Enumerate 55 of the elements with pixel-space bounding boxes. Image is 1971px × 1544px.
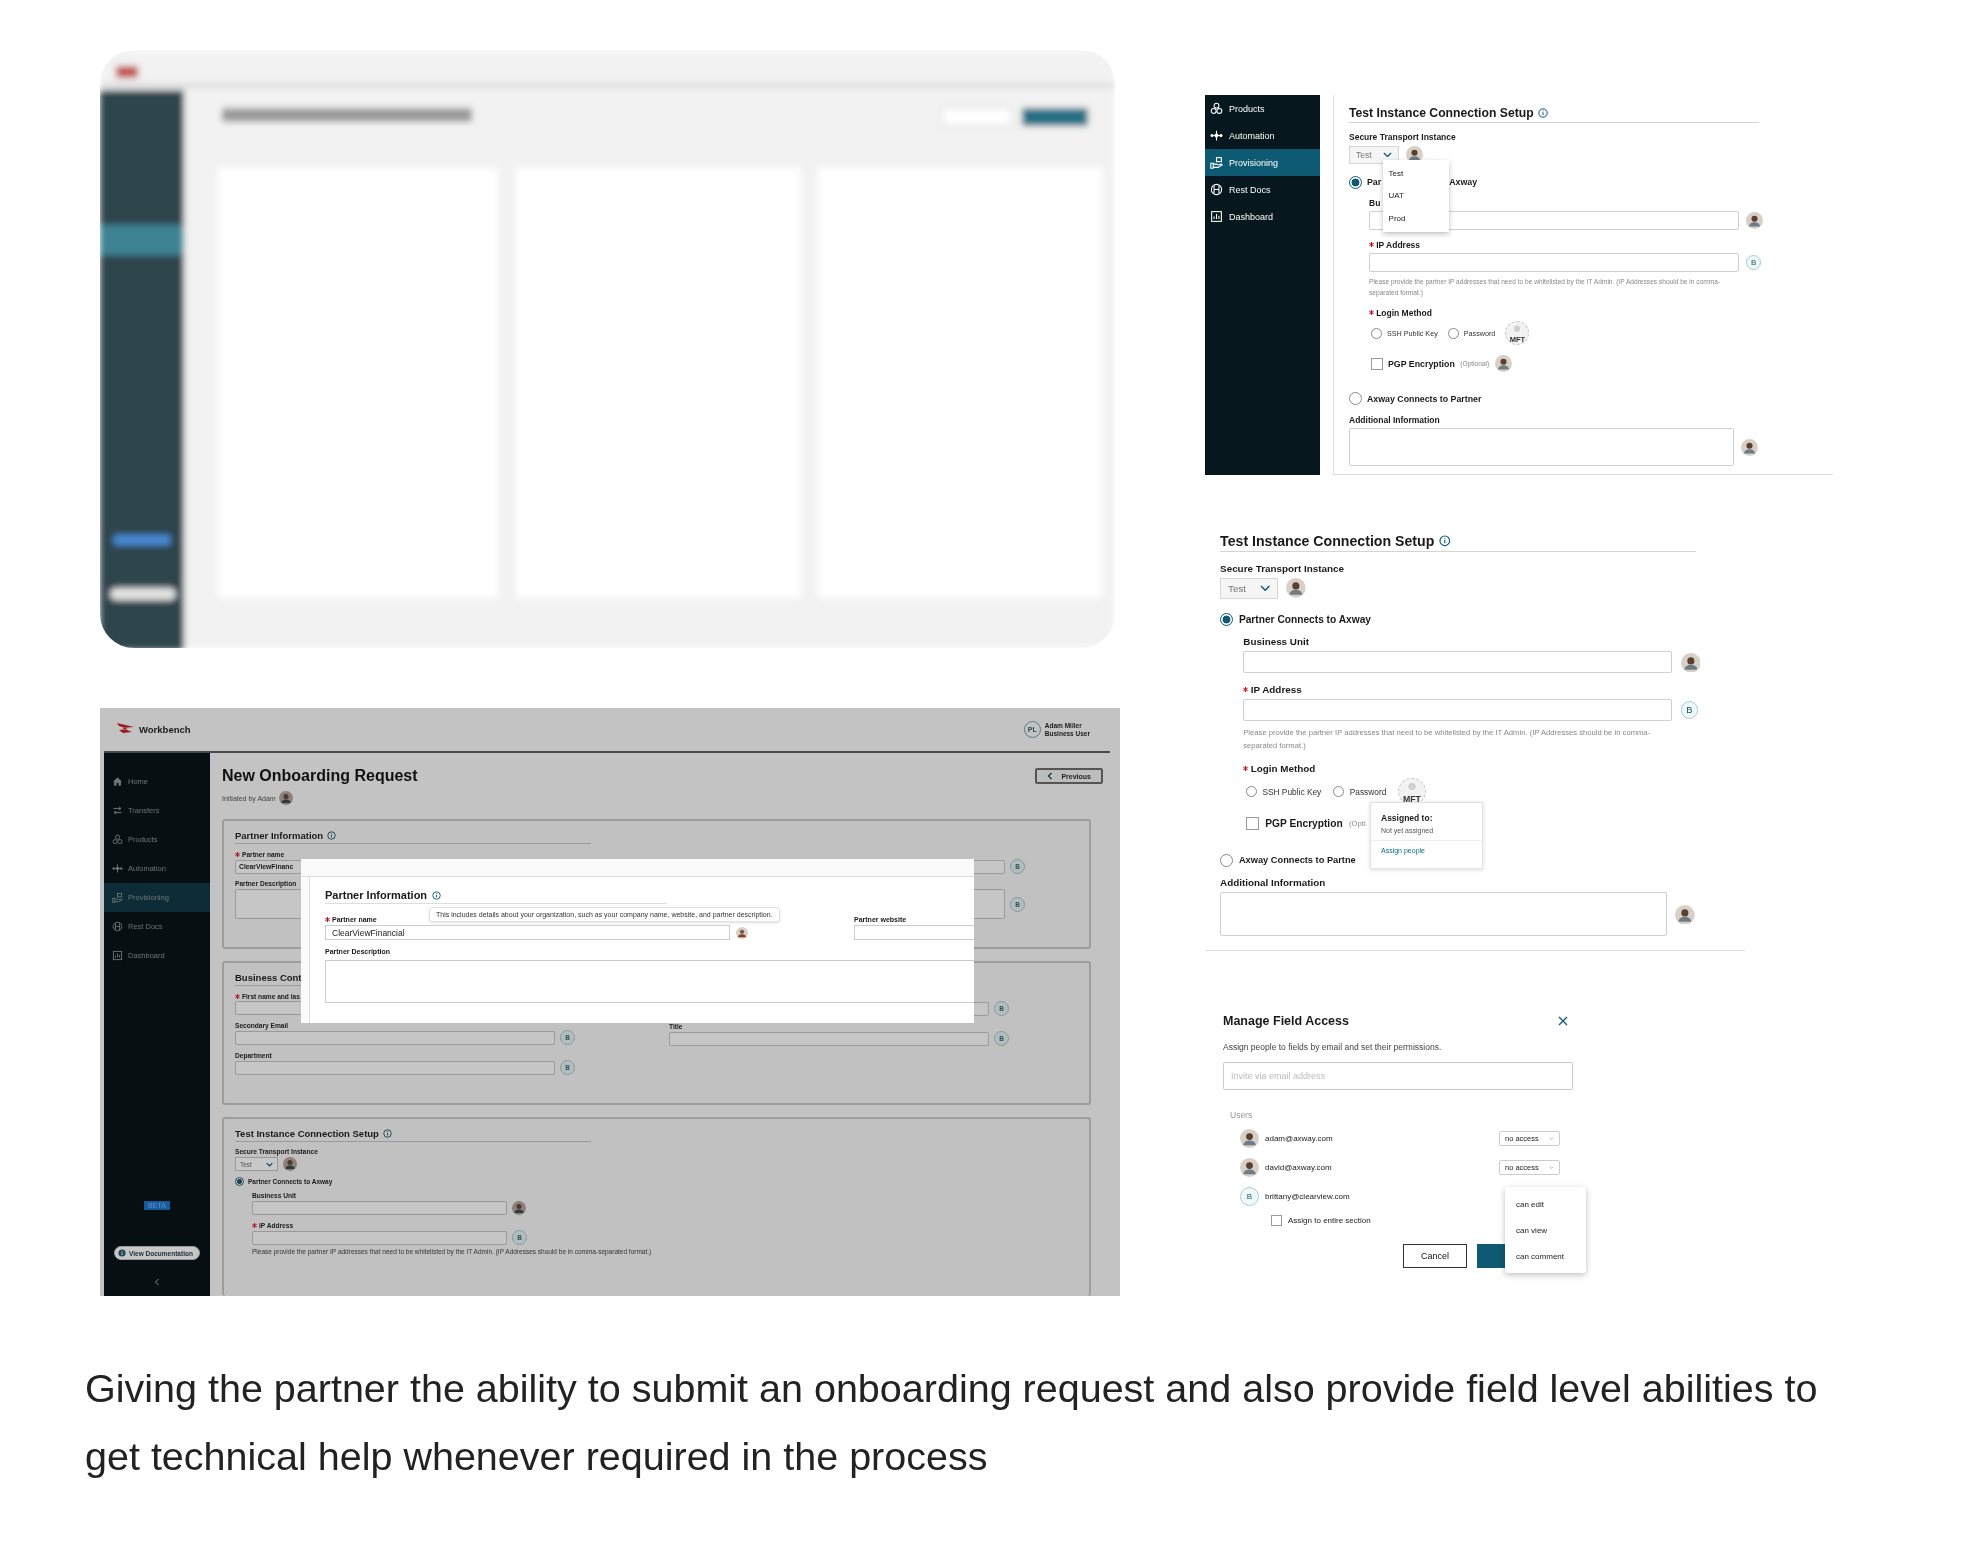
menu-item[interactable]: can view xyxy=(1505,1225,1586,1235)
field-label: Secure Transport Instance xyxy=(1349,132,1456,143)
page-title: New Onboarding Request xyxy=(222,767,418,785)
cancel-button[interactable]: Cancel xyxy=(1403,1244,1467,1268)
assignee-badge[interactable]: B xyxy=(1680,701,1699,720)
dialog-description: Assign people to fields by email and set their permissions. xyxy=(1223,1042,1443,1052)
brand-name: Workbench xyxy=(139,724,191,735)
option-label: PGP Encryption xyxy=(1388,358,1455,369)
option-label: Password xyxy=(1349,786,1387,797)
user-initial: B xyxy=(1240,1187,1259,1206)
section-title: Test Instance Connection Setup xyxy=(235,1128,379,1139)
option-label: SSH Public Key xyxy=(1262,786,1322,797)
field-label: IP Address xyxy=(1250,684,1302,696)
menu-item[interactable]: Prod xyxy=(1383,214,1449,224)
nav-item[interactable]: Automation xyxy=(1205,122,1320,149)
field-label: Login Method xyxy=(1250,762,1316,774)
nav-item[interactable]: Provisioning xyxy=(1205,149,1320,176)
field-label: Login Method xyxy=(1376,307,1432,318)
instance-select[interactable]: Test xyxy=(1349,145,1399,164)
field-label: Secure Transport Instance xyxy=(1220,562,1344,574)
option-label: PGP Encryption xyxy=(1265,818,1343,830)
instance-select[interactable]: Test xyxy=(1220,577,1279,599)
menu-item[interactable]: can edit xyxy=(1505,1199,1586,1209)
section-title: Test Instance Connection Setup xyxy=(1220,532,1435,549)
menu-item[interactable]: UAT xyxy=(1383,191,1449,201)
text-field[interactable]: ClearViewFinancial xyxy=(325,925,730,940)
popover-title: Assigned to: xyxy=(1381,813,1434,823)
dialog-title: Partner Information xyxy=(325,889,428,901)
section-title: Test Instance Connection Setup xyxy=(1349,106,1534,120)
option-label: Axway Connects to Partne xyxy=(1238,855,1356,866)
field-label: Bu xyxy=(1369,198,1381,209)
nav-item[interactable]: Rest Docs xyxy=(1205,176,1320,203)
field-label: Additional Information xyxy=(1220,877,1326,889)
user-email: adam@axway.com xyxy=(1265,1134,1333,1143)
user-email: brittany@clearview.com xyxy=(1265,1192,1350,1201)
option-label: Axway xyxy=(1449,177,1478,188)
section-label: Users xyxy=(1230,1110,1253,1120)
option-label: Par xyxy=(1367,177,1382,188)
field-label: Business Unit xyxy=(1243,636,1309,648)
option-label: Partner Connects to Axway xyxy=(1238,613,1371,625)
caption-text: Giving the partner the ability to submit an onboarding request and also provide field level abilities to get technical help whenever required in the process xyxy=(85,1365,1819,1480)
section-title: Business Cont xyxy=(235,972,302,983)
field-label: IP Address xyxy=(1376,239,1421,250)
section-title: Partner Information xyxy=(235,830,324,841)
field-label: Additional Information xyxy=(1349,414,1440,425)
menu-item[interactable]: Test xyxy=(1383,168,1449,178)
dialog-title: Manage Field Access xyxy=(1223,1014,1349,1028)
nav-item[interactable]: Dashboard xyxy=(1205,203,1320,230)
checkbox-label: Assign to entire section xyxy=(1288,1216,1371,1225)
email-field[interactable]: Invite via email address xyxy=(1223,1062,1573,1090)
user-email: david@axway.com xyxy=(1265,1163,1332,1172)
menu-item[interactable]: can comment xyxy=(1505,1251,1586,1261)
nav-item[interactable]: Products xyxy=(1205,95,1320,122)
assignee-badge[interactable]: B xyxy=(1746,255,1762,271)
option-label: Axway Connects to Partner xyxy=(1367,393,1482,404)
